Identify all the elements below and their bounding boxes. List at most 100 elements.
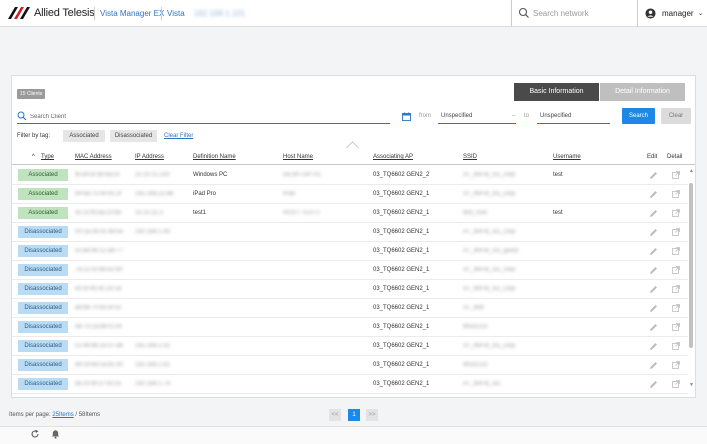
filter-chip-associated[interactable]: Associated: [63, 130, 105, 142]
host-name-cell: HOST-TEST1: [283, 210, 321, 216]
open-detail-icon[interactable]: [672, 342, 680, 350]
table-row[interactable]: Disassociated ae:20:bf:37:92:c5 192.168.1.…: [12, 375, 688, 394]
filter-chip-disassociated[interactable]: Disassociated: [110, 130, 157, 142]
items-per-page: Items per page: 25Items / 58Items: [9, 412, 100, 418]
column-associating-ap[interactable]: Associating AP: [373, 154, 413, 160]
mac-address-cell: c2:4b:9d:1e:07:a6: [75, 343, 124, 349]
range-dash: –: [512, 113, 516, 119]
clear-button[interactable]: Clear: [661, 108, 691, 124]
table-row[interactable]: Disassociated c2:4b:9d:1e:07:a6 192.168.1.…: [12, 337, 688, 356]
pencil-icon[interactable]: [649, 171, 658, 180]
refresh-icon[interactable]: [30, 429, 40, 439]
pencil-icon[interactable]: [649, 361, 658, 370]
scroll-thumb[interactable]: [689, 183, 693, 348]
open-detail-icon[interactable]: [672, 209, 680, 217]
open-detail-icon[interactable]: [672, 190, 680, 198]
open-detail-icon[interactable]: [672, 228, 680, 236]
ssid-cell: test_ssid: [463, 210, 487, 216]
ip-address-cell: 192.168.1.52: [135, 343, 171, 349]
search-icon: [518, 7, 529, 18]
type-badge: Disassociated: [18, 245, 68, 257]
ssid-cell: AT_WiFi6_5G: [463, 381, 501, 387]
network-search-input[interactable]: [533, 8, 633, 19]
user-menu[interactable]: manager ⌄: [645, 6, 703, 20]
pencil-icon[interactable]: [649, 266, 658, 275]
pencil-icon[interactable]: [649, 323, 658, 332]
table-header: ^ Type MAC Address IP Address Definition…: [12, 141, 695, 165]
prev-page-button[interactable]: <<: [329, 409, 341, 421]
table-row[interactable]: Associated b4:6a:7c:0e:91:2f 192.168.22.88…: [12, 185, 688, 204]
table-row[interactable]: Disassociated e0:5f:45:9c:33:1d 03_TQ6602 …: [12, 280, 688, 299]
column-definition-name[interactable]: Definition Name: [193, 154, 236, 160]
table-row[interactable]: Disassociated a8:66:7f:0d:c4:52 03_TQ6602 …: [12, 299, 688, 318]
open-detail-icon[interactable]: [672, 247, 680, 255]
to-date-field[interactable]: Unspecified: [537, 109, 610, 124]
table-row[interactable]: Associated 3c:22:fb:aa:10:6e 10.10.11.3 tes…: [12, 204, 688, 223]
table-row[interactable]: Associated f8:a4:5f:3b:9a:c0 10.10.11.100 W…: [12, 166, 688, 185]
ip-address-cell: 10.10.11.3: [135, 210, 163, 216]
calendar-icon[interactable]: [402, 112, 411, 121]
definition-name-cell: test1: [193, 210, 207, 216]
top-bar: Allied Telesis Vista Manager EX Vista 19…: [0, 0, 707, 27]
table-row[interactable]: Disassociated d4:19:e8:5a:6c:30 192.168.1.…: [12, 356, 688, 375]
host-name-cell: iPad: [283, 191, 296, 197]
mac-address-cell: 9e:73:2a:88:f1:04: [75, 324, 122, 330]
table-row[interactable]: Disassociated 9e:73:2a:88:f1:04 03_TQ6602 …: [12, 318, 688, 337]
open-detail-icon[interactable]: [672, 361, 680, 369]
clear-filter-link[interactable]: Clear Filter: [164, 133, 193, 139]
associating-ap-cell: 03_TQ6602 GEN2_1: [373, 381, 430, 387]
pencil-icon[interactable]: [649, 209, 658, 218]
pencil-icon[interactable]: [649, 342, 658, 351]
table-scrollbar[interactable]: ▲ ▼: [688, 168, 695, 393]
open-detail-icon[interactable]: [672, 380, 680, 388]
page-1-button[interactable]: 1: [348, 409, 360, 421]
open-detail-icon[interactable]: [672, 171, 680, 179]
search-button[interactable]: Search: [622, 108, 655, 124]
column-ip-address[interactable]: IP Address: [135, 154, 164, 160]
open-detail-icon[interactable]: [672, 304, 680, 312]
next-page-button[interactable]: >>: [366, 409, 378, 421]
ssid-cell: AT_WiFi6_5G_corp: [463, 229, 516, 235]
ssid-cell: AT_Wi6: [463, 305, 484, 311]
associating-ap-cell: 03_TQ6602 GEN2_1: [373, 229, 430, 235]
product-link[interactable]: Vista Manager EX: [100, 9, 164, 18]
definition-name-cell: Windows PC: [193, 172, 228, 178]
tab-basic-information[interactable]: Basic Information: [514, 83, 599, 101]
type-badge: Disassociated: [18, 302, 68, 314]
items-per-page-link[interactable]: 25Items: [52, 412, 73, 418]
table-row[interactable]: Disassociated 00:1a:2b:3c:4d:5e 192.168.1.…: [12, 223, 688, 242]
from-date-field[interactable]: Unspecified: [438, 109, 516, 124]
associating-ap-cell: 03_TQ6602 GEN2_1: [373, 362, 430, 368]
allied-telesis-logo[interactable]: [8, 6, 32, 20]
pencil-icon[interactable]: [649, 285, 658, 294]
scroll-down-arrow-icon[interactable]: ▼: [689, 382, 694, 388]
column-host-name[interactable]: Host Name: [283, 154, 313, 160]
ip-address-cell: 192.168.1.40: [135, 229, 171, 235]
pencil-icon[interactable]: [649, 304, 658, 313]
column-type[interactable]: Type: [41, 154, 54, 160]
client-search-box: [17, 109, 390, 124]
tab-detail-information[interactable]: Detail Information: [600, 83, 685, 101]
ssid-cell: MSDLO2: [463, 324, 488, 330]
bell-icon[interactable]: [51, 429, 60, 439]
client-search-input[interactable]: [30, 111, 380, 122]
mac-address-cell: e0:5f:45:9c:33:1d: [75, 286, 122, 292]
ip-address-cell: 192.168.1.74: [135, 381, 171, 387]
pencil-icon[interactable]: [649, 228, 658, 237]
table-row[interactable]: Disassociated 7a:11:0c:6b:e2:90 03_TQ6602 …: [12, 261, 688, 280]
mac-address-cell: a8:66:7f:0d:c4:52: [75, 305, 122, 311]
scroll-up-arrow-icon[interactable]: ▲: [689, 168, 694, 174]
host-name-cell: DESKTOP-A1: [283, 172, 321, 178]
open-detail-icon[interactable]: [672, 323, 680, 331]
column-username[interactable]: Username: [553, 154, 581, 160]
pencil-icon[interactable]: [649, 190, 658, 199]
pencil-icon[interactable]: [649, 380, 658, 389]
section-link[interactable]: Vista: [167, 9, 185, 18]
device-address: 192.168.1.101: [194, 9, 246, 18]
table-row[interactable]: Disassociated 5c:8d:4e:12:ab:77 03_TQ6602 …: [12, 242, 688, 261]
column-mac-address[interactable]: MAC Address: [75, 154, 112, 160]
open-detail-icon[interactable]: [672, 266, 680, 274]
column-ssid[interactable]: SSID: [463, 154, 477, 160]
pencil-icon[interactable]: [649, 247, 658, 256]
open-detail-icon[interactable]: [672, 285, 680, 293]
